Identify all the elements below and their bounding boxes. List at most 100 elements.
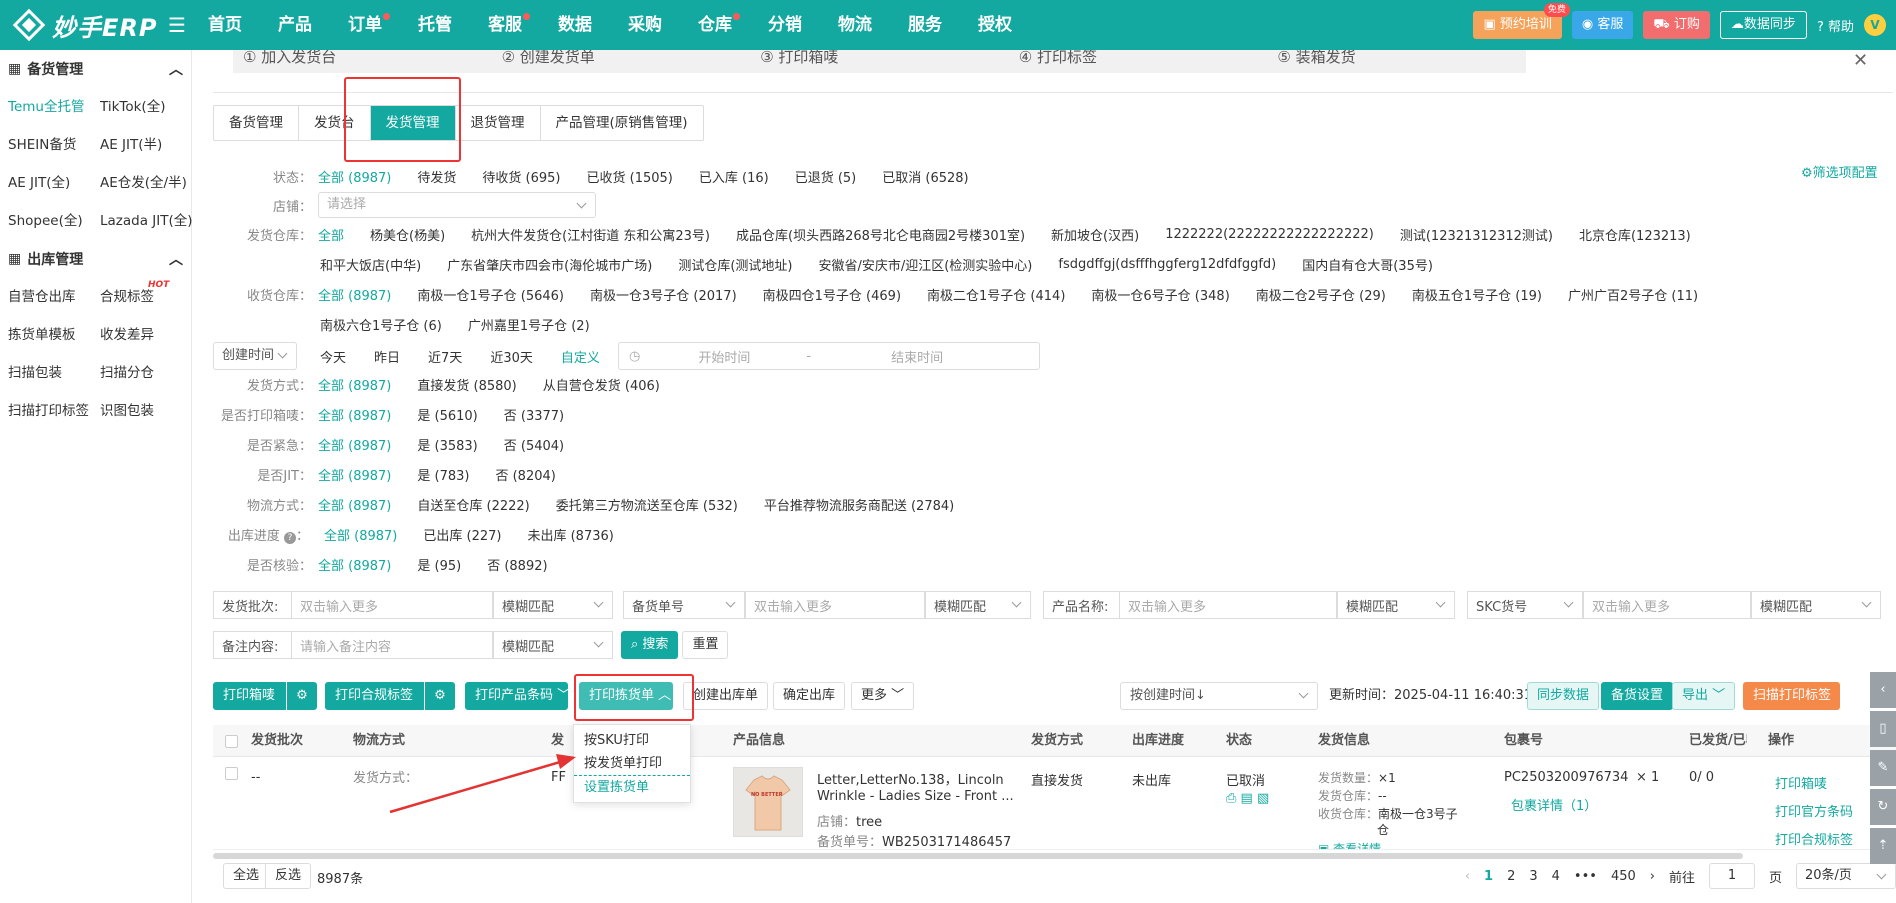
filter-option[interactable]: 未出库 (8736) xyxy=(527,525,613,544)
close-icon[interactable]: ✕ xyxy=(1853,50,1868,71)
filter-option[interactable]: 从自营仓发货 (406) xyxy=(543,375,660,394)
batch-match-select[interactable]: 模糊匹配 xyxy=(493,591,613,619)
mobile-icon[interactable]: ▯ xyxy=(1870,711,1896,747)
filter-option[interactable]: 全部 (8987) xyxy=(318,167,391,186)
filter-option[interactable]: 和平大饭店(中华) xyxy=(320,255,421,274)
invert-selection-button[interactable]: 反选 xyxy=(265,863,312,889)
data-sync-button[interactable]: ☁数据同步 xyxy=(1719,11,1807,39)
filter-option[interactable]: 南极二仓2号子仓 (29) xyxy=(1256,285,1386,304)
refresh-icon[interactable]: ↻ xyxy=(1870,789,1896,825)
filter-option[interactable]: 南极五仓1号子仓 (19) xyxy=(1412,285,1542,304)
product-name-input[interactable]: 双击输入更多 xyxy=(1119,591,1337,619)
filter-option[interactable]: 南极二仓1号子仓 (414) xyxy=(927,285,1065,304)
filter-option[interactable]: 自送至仓库 (2222) xyxy=(417,495,529,514)
filter-option[interactable]: 全部 (8987) xyxy=(318,435,391,454)
date-option-custom[interactable]: 自定义 xyxy=(561,347,600,366)
stock-no-type-select[interactable]: 备货单号 xyxy=(623,591,745,619)
filter-option[interactable]: 广州嘉里1号子仓 (2) xyxy=(468,315,590,334)
batch-input[interactable]: 双击输入更多 xyxy=(291,591,493,619)
sidebar-item-image-pack[interactable]: 识图包装 xyxy=(100,392,200,430)
package-detail-link[interactable]: 包裹详情（1） xyxy=(1511,795,1597,814)
filter-option[interactable]: 全部 (8987) xyxy=(318,495,391,514)
file-check-icon[interactable]: ▧ xyxy=(1257,791,1269,806)
nav-home[interactable]: 首页 xyxy=(190,0,260,50)
filter-option[interactable]: 已取消 (6528) xyxy=(882,167,968,186)
customer-service-button[interactable]: ◉ 客服 xyxy=(1571,11,1634,39)
filter-option[interactable]: 新加坡仓(汉西) xyxy=(1051,225,1139,244)
sidebar-item-discrepancy[interactable]: 收发差异 xyxy=(100,316,200,354)
sidebar-item-ae-jit-half[interactable]: AE JIT(半) xyxy=(100,126,200,164)
sidebar-item-shein[interactable]: SHEIN备货 xyxy=(8,126,100,164)
tab-return-management[interactable]: 退货管理 xyxy=(456,106,541,140)
filter-option[interactable]: 南极一仓1号子仓 (5646) xyxy=(417,285,564,304)
filter-option[interactable]: 否 (5404) xyxy=(504,435,564,454)
reset-button[interactable]: 重置 xyxy=(682,631,729,659)
nav-warehouse[interactable]: 仓库 xyxy=(680,0,750,50)
date-option-today[interactable]: 今天 xyxy=(320,347,346,366)
skc-match-select[interactable]: 模糊匹配 xyxy=(1751,591,1881,619)
sidebar-item-shopee[interactable]: Shopee(全) xyxy=(8,202,100,240)
filter-option[interactable]: 杨美仓(杨美) xyxy=(370,225,445,244)
filter-config-link[interactable]: ⚙筛选项配置 xyxy=(1801,162,1878,181)
nav-data[interactable]: 数据 xyxy=(540,0,610,50)
print-compliance-settings-button[interactable]: ⚙ xyxy=(425,682,455,710)
filter-option[interactable]: 否 (8892) xyxy=(487,555,547,574)
filter-option[interactable]: 南极四仓1号子仓 (469) xyxy=(763,285,901,304)
filter-option[interactable]: 广州广百2号子仓 (11) xyxy=(1568,285,1698,304)
page-last[interactable]: 450 xyxy=(1611,869,1636,884)
remark-input[interactable]: 请输入备注内容 xyxy=(291,631,493,659)
filter-option[interactable]: 南极六仓1号子仓 (6) xyxy=(320,315,442,334)
nav-purchase[interactable]: 采购 xyxy=(610,0,680,50)
print-compliance-button[interactable]: 打印合规标签 xyxy=(325,682,424,710)
sidebar-item-scan-pack[interactable]: 扫描包装 xyxy=(8,354,100,392)
skc-input[interactable]: 双击输入更多 xyxy=(1583,591,1751,619)
stock-settings-button[interactable]: 备货设置 xyxy=(1601,682,1674,710)
print-by-sku-option[interactable]: 按SKU打印 xyxy=(574,729,690,752)
sidebar-item-self-warehouse[interactable]: 自营仓出库 xyxy=(8,278,100,316)
filter-option[interactable]: 是 (95) xyxy=(417,555,461,574)
sidebar-group-stock[interactable]: ▦ 备货管理 ︿ xyxy=(0,50,191,88)
row-checkbox[interactable] xyxy=(225,767,238,780)
filter-option[interactable]: 全部 (8987) xyxy=(318,375,391,394)
filter-option[interactable]: 直接发货 (8580) xyxy=(417,375,516,394)
nav-customer-service[interactable]: 客服 xyxy=(470,0,540,50)
date-range-picker[interactable]: ◷ 开始时间 - 结束时间 xyxy=(618,342,1040,370)
avatar[interactable]: V xyxy=(1864,14,1886,36)
filter-option[interactable]: 1222222(22222222222222222) xyxy=(1165,227,1374,242)
nav-services[interactable]: 服务 xyxy=(890,0,960,50)
product-image[interactable]: NO BETTER xyxy=(733,767,803,837)
printer-icon[interactable]: ⎙ xyxy=(1226,791,1236,806)
filter-option[interactable]: 是 (783) xyxy=(417,465,469,484)
filter-option[interactable]: 平台推荐物流服务商配送 (2784) xyxy=(764,495,954,514)
date-option-yesterday[interactable]: 昨日 xyxy=(374,347,400,366)
print-by-shipment-option[interactable]: 按发货单打印 xyxy=(574,752,690,775)
create-outbound-button[interactable]: 创建出库单 xyxy=(683,682,769,710)
date-option-30days[interactable]: 近30天 xyxy=(490,347,533,366)
date-type-select[interactable]: 创建时间 xyxy=(213,342,297,370)
stock-no-match-select[interactable]: 模糊匹配 xyxy=(925,591,1031,619)
horizontal-scrollbar[interactable] xyxy=(213,853,1743,859)
filter-option[interactable]: 南极一仓6号子仓 (348) xyxy=(1091,285,1229,304)
filter-option[interactable]: 安徽省/安庆市/迎江区(检测实验中心) xyxy=(818,255,1032,274)
filter-option[interactable]: 测试仓库(测试地址) xyxy=(678,255,792,274)
nav-orders[interactable]: 订单 xyxy=(330,0,400,50)
prev-page-icon[interactable]: ‹ xyxy=(1465,869,1470,884)
sidebar-item-compliance-label[interactable]: 合规标签 HOT xyxy=(100,278,200,316)
confirm-outbound-button[interactable]: 确定出库 xyxy=(773,682,846,710)
export-button[interactable]: 导出 ﹀ xyxy=(1672,682,1736,710)
filter-option[interactable]: 已入库 (16) xyxy=(699,167,769,186)
stock-no-input[interactable]: 双击输入更多 xyxy=(745,591,925,619)
sidebar-item-scan-print[interactable]: 扫描打印标签 xyxy=(8,392,100,430)
filter-option[interactable]: 待收货 (695) xyxy=(482,167,560,186)
print-box-settings-button[interactable]: ⚙ xyxy=(287,682,317,710)
book-training-button[interactable]: ▣ 预约培训 免费 xyxy=(1473,3,1570,39)
tab-stock-management[interactable]: 备货管理 xyxy=(214,106,299,140)
page-ellipsis[interactable]: ••• xyxy=(1574,869,1597,884)
sync-data-button[interactable]: 同步数据 xyxy=(1527,682,1600,710)
filter-option[interactable]: 是 (5610) xyxy=(417,405,477,424)
remark-match-select[interactable]: 模糊匹配 xyxy=(493,631,613,659)
sidebar-group-outbound[interactable]: ▦ 出库管理 ︿ xyxy=(0,240,191,278)
filter-option[interactable]: 全部 (8987) xyxy=(318,555,391,574)
filter-option[interactable]: 广东省肇庆市四会市(海伦城市广场) xyxy=(447,255,652,274)
tab-product-management[interactable]: 产品管理(原销售管理) xyxy=(541,106,703,140)
